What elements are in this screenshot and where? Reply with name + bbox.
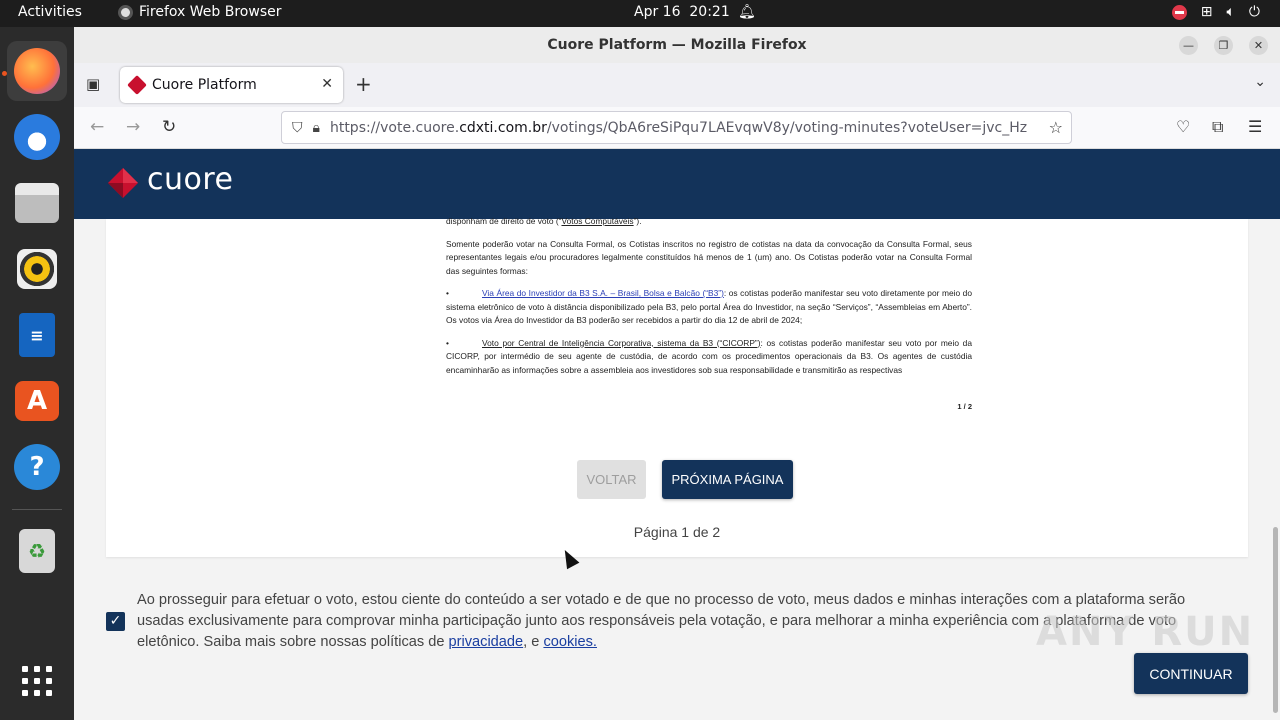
list-all-tabs-icon[interactable]: ⌄ — [1254, 74, 1266, 90]
pocket-icon[interactable]: ♡ — [1176, 117, 1190, 136]
libreoffice-writer-icon: ≡ — [19, 313, 55, 357]
dock-rhythmbox[interactable] — [7, 239, 67, 299]
page-indicator: Página 1 de 2 — [633, 524, 721, 540]
clock-time: 20:21 — [689, 4, 730, 20]
doc-paragraph-2: Somente poderão votar na Consulta Formal… — [446, 238, 972, 276]
doc-cicorp-term: Voto por Central de Inteligência Corpora… — [482, 337, 761, 348]
new-tab-icon[interactable]: + — [355, 72, 372, 96]
back-arrow-icon[interactable]: ← — [90, 117, 104, 137]
notification-bell-icon[interactable]: 🔔︎ — [738, 4, 756, 20]
privacy-link[interactable]: privacidade — [449, 634, 524, 650]
files-icon — [15, 183, 59, 223]
site-header: cuore — [74, 149, 1280, 219]
cookies-link[interactable]: cookies. — [543, 634, 597, 650]
web-content: cuore disponham de direito de voto (“Vot… — [74, 149, 1280, 720]
system-tray[interactable]: ⊞ 🔈︎ ⏻ — [1171, 4, 1260, 20]
power-icon: ⏻ — [1248, 4, 1260, 20]
consent-checkbox[interactable]: ✓ — [106, 612, 125, 631]
doc-page-marker: 1 / 2 — [957, 402, 972, 411]
trash-icon: ♻ — [19, 529, 55, 573]
tracking-protection-shield-icon[interactable]: ⛉ — [292, 120, 303, 136]
network-icon: ⊞ — [1200, 4, 1213, 20]
navigation-toolbar: ← → ↻ ⛉ 🔒︎ https://vote.cuore.cdxti.com.… — [74, 107, 1280, 149]
tab-title: Cuore Platform — [152, 77, 257, 93]
help-icon: ? — [14, 444, 60, 490]
dock-trash[interactable]: ♻ — [7, 521, 67, 581]
secure-lock-icon[interactable]: 🔒︎ — [313, 120, 320, 136]
url-domain: cdxti.com.br — [459, 119, 547, 136]
clock-date: Apr 16 — [634, 4, 681, 20]
reload-icon[interactable]: ↻ — [162, 117, 176, 137]
doc-bullet-2: • Voto por Central de Inteligência Corpor… — [446, 337, 972, 375]
minimize-icon[interactable]: — — [1179, 36, 1198, 55]
maximize-icon[interactable]: ❐ — [1214, 36, 1233, 55]
tab-cuore-platform[interactable]: Cuore Platform ✕ — [120, 67, 343, 103]
system-top-bar: Activities Firefox Web Browser Apr 16 20… — [0, 0, 1280, 27]
dock-separator — [12, 509, 62, 510]
menu-hamburger-icon[interactable]: ☰ — [1248, 117, 1262, 136]
doc-b3-link[interactable]: Via Área do Investidor da B3 S.A. – Bras… — [482, 288, 724, 298]
app-center-icon: A — [15, 381, 59, 421]
forward-arrow-icon[interactable]: → — [126, 117, 140, 137]
rhythmbox-icon — [17, 249, 57, 289]
window-titlebar[interactable]: Cuore Platform — Mozilla Firefox — ❐ ✕ — [74, 27, 1280, 63]
anyrun-watermark: ANY RUN — [1036, 609, 1255, 655]
voting-minutes-document: disponham de direito de voto (“Votos Com… — [446, 216, 972, 411]
firefox-window: Cuore Platform — Mozilla Firefox — ❐ ✕ ▣… — [74, 27, 1280, 720]
activities-button[interactable]: Activities — [18, 4, 82, 20]
continue-button[interactable]: CONTINUAR — [1134, 653, 1248, 694]
app-menu-label: Firefox Web Browser — [139, 4, 282, 20]
thunderbird-icon — [14, 114, 60, 160]
doc-p1-end: ”). — [633, 216, 642, 226]
dock-help[interactable]: ? — [7, 437, 67, 497]
scrollbar-thumb[interactable] — [1273, 527, 1278, 713]
dock: ≡ A ? ♻ — [0, 27, 74, 720]
url-path: /votings/QbA6reSiPqu7LAEvqwV8y/voting-mi… — [546, 119, 1028, 136]
window-title: Cuore Platform — Mozilla Firefox — [547, 37, 807, 53]
extensions-icon[interactable]: ⧉ — [1212, 117, 1223, 137]
page-scrollbar[interactable] — [1270, 149, 1280, 720]
app-menu[interactable]: Firefox Web Browser — [118, 4, 282, 20]
clock[interactable]: Apr 16 20:21 — [634, 4, 730, 20]
volume-icon: 🔈︎ — [1226, 4, 1235, 20]
dock-writer[interactable]: ≡ — [7, 305, 67, 365]
dock-files[interactable] — [7, 173, 67, 233]
recording-stop-icon[interactable] — [1171, 4, 1187, 20]
doc-paragraph-1: disponham de direito de voto (“Votos Com… — [446, 215, 972, 229]
close-tab-icon[interactable]: ✕ — [321, 76, 333, 92]
show-apps-button[interactable] — [7, 651, 67, 711]
dock-app-center[interactable]: A — [7, 371, 67, 431]
close-window-icon[interactable]: ✕ — [1249, 36, 1268, 55]
tab-bar: ▣ Cuore Platform ✕ + ⌄ — [74, 63, 1280, 107]
cuore-favicon-icon — [127, 75, 147, 95]
site-logo-text: cuore — [147, 162, 234, 197]
dock-firefox[interactable] — [7, 41, 67, 101]
back-button[interactable]: VOLTAR — [577, 460, 646, 499]
cuore-logo-icon — [108, 168, 138, 198]
next-page-button[interactable]: PRÓXIMA PÁGINA — [662, 460, 793, 499]
dock-thunderbird[interactable] — [7, 107, 67, 167]
doc-bullet-1: • Via Área do Investidor da B3 S.A. – Bra… — [446, 288, 972, 325]
firefox-icon — [14, 48, 60, 94]
show-apps-icon — [22, 666, 52, 696]
url-text[interactable]: https://vote.cuore.cdxti.com.br/votings/… — [330, 120, 1030, 136]
firefox-view-icon[interactable]: ▣ — [86, 75, 100, 93]
consent-separator: , e — [523, 634, 544, 650]
firefox-small-icon — [118, 4, 133, 20]
url-bar[interactable]: ⛉ 🔒︎ https://vote.cuore.cdxti.com.br/vot… — [281, 111, 1072, 144]
doc-p1-term: Votos Computáveis — [561, 216, 634, 226]
document-card: disponham de direito de voto (“Votos Com… — [106, 216, 1248, 557]
consent-body: Ao prosseguir para efetuar o voto, estou… — [137, 592, 1186, 650]
url-prefix: https://vote.cuore. — [329, 119, 460, 136]
doc-p1-text: disponham de direito de voto (“ — [446, 216, 562, 226]
bookmark-star-icon[interactable]: ☆ — [1049, 118, 1063, 137]
